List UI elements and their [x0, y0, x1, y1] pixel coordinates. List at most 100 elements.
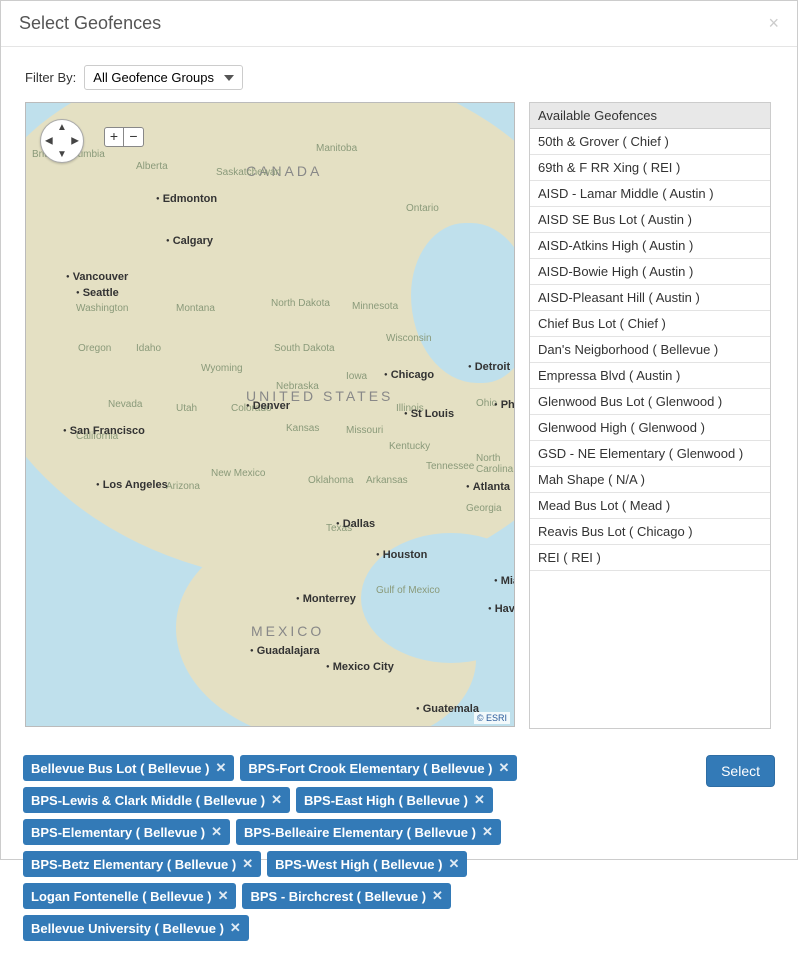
map-region-label: Wisconsin — [386, 333, 432, 344]
map-region-label: Utah — [176, 403, 197, 414]
chip-remove-icon[interactable]: ✕ — [432, 888, 443, 904]
geofence-list-item[interactable]: AISD-Bowie High ( Austin ) — [530, 259, 770, 285]
select-button[interactable]: Select — [706, 755, 775, 787]
chip-remove-icon[interactable]: ✕ — [230, 920, 241, 936]
map-city-label: ● Dallas — [336, 518, 375, 530]
map-region-label: Iowa — [346, 371, 367, 382]
map-city-label: ● Detroit — [468, 361, 510, 373]
map-city-label: ● Vancouver — [66, 271, 128, 283]
zoom-out-button[interactable]: − — [124, 127, 144, 147]
zoom-in-button[interactable]: + — [104, 127, 124, 147]
geofence-list-item[interactable]: Empressa Blvd ( Austin ) — [530, 363, 770, 389]
map-city-label: ● Phila — [494, 399, 515, 411]
geofence-list-item[interactable]: Chief Bus Lot ( Chief ) — [530, 311, 770, 337]
map-city-label: ● Mexico City — [326, 661, 394, 673]
selected-chip: BPS - Birchcrest ( Bellevue ) ✕ — [242, 883, 450, 909]
map-city-label: ● San Francisco — [63, 425, 145, 437]
map-region-label: South Dakota — [274, 343, 335, 354]
geofence-list-item[interactable]: AISD - Lamar Middle ( Austin ) — [530, 181, 770, 207]
chip-remove-icon[interactable]: ✕ — [218, 888, 229, 904]
selected-chip: BPS-Betz Elementary ( Bellevue )✕ — [23, 851, 261, 877]
chip-label: BPS-Lewis & Clark Middle ( Bellevue ) — [31, 793, 265, 808]
geofence-list-item[interactable]: Glenwood Bus Lot ( Glenwood ) — [530, 389, 770, 415]
map[interactable]: CANADAUNITED STATESMEXICO British Columb… — [25, 102, 515, 727]
chip-remove-icon[interactable]: ✕ — [242, 856, 253, 872]
map-region-label: Saskatchewan — [216, 167, 281, 178]
chip-remove-icon[interactable]: ✕ — [215, 760, 226, 776]
map-pan-control[interactable]: ▲ ▼ ◀ ▶ — [40, 119, 84, 163]
geofence-list-item[interactable]: AISD SE Bus Lot ( Austin ) — [530, 207, 770, 233]
map-attribution: © ESRI — [474, 712, 510, 724]
geofence-list-item[interactable]: REI ( REI ) — [530, 545, 770, 571]
chip-label: BPS-Belleaire Elementary ( Bellevue ) — [244, 825, 476, 840]
pan-right-icon[interactable]: ▶ — [71, 136, 79, 147]
selected-chip: BPS-Fort Crook Elementary ( Bellevue ) ✕ — [240, 755, 517, 781]
selected-chip: Bellevue University ( Bellevue )✕ — [23, 915, 249, 941]
map-region-label: Alberta — [136, 161, 168, 172]
map-city-label: ● Guatemala — [416, 703, 479, 715]
selected-chip: BPS-Elementary ( Bellevue ) ✕ — [23, 819, 230, 845]
map-region-label: Tennessee — [426, 461, 474, 472]
pan-up-icon[interactable]: ▲ — [57, 122, 67, 133]
chip-remove-icon[interactable]: ✕ — [448, 856, 459, 872]
chip-label: BPS - Birchcrest ( Bellevue ) — [250, 889, 426, 904]
geofence-list-item[interactable]: 69th & F RR Xing ( REI ) — [530, 155, 770, 181]
map-region-label: Arkansas — [366, 475, 408, 486]
map-region-label: Kansas — [286, 423, 319, 434]
selected-chip: Logan Fontenelle ( Bellevue ) ✕ — [23, 883, 236, 909]
chip-remove-icon[interactable]: ✕ — [211, 824, 222, 840]
geofence-list-item[interactable]: Dan's Neigborhood ( Bellevue ) — [530, 337, 770, 363]
modal-title: Select Geofences — [19, 13, 161, 34]
map-region-label: North Dakota — [271, 298, 330, 309]
pan-left-icon[interactable]: ◀ — [45, 136, 53, 147]
map-region-label: Georgia — [466, 503, 502, 514]
map-city-label: ● Guadalajara — [250, 645, 320, 657]
geofence-list-item[interactable]: 50th & Grover ( Chief ) — [530, 129, 770, 155]
geofence-list-item[interactable]: AISD-Pleasant Hill ( Austin ) — [530, 285, 770, 311]
selected-chip: BPS-East High ( Bellevue ) ✕ — [296, 787, 493, 813]
geofence-list-item[interactable]: AISD-Atkins High ( Austin ) — [530, 233, 770, 259]
geofence-list-item[interactable]: GSD - NE Elementary ( Glenwood ) — [530, 441, 770, 467]
map-city-label: ● Edmonton — [156, 193, 217, 205]
map-region-label: Missouri — [346, 425, 383, 436]
chip-label: Logan Fontenelle ( Bellevue ) — [31, 889, 212, 904]
chip-label: BPS-East High ( Bellevue ) — [304, 793, 468, 808]
map-region-label: Minnesota — [352, 301, 398, 312]
geofence-list-item[interactable]: Glenwood High ( Glenwood ) — [530, 415, 770, 441]
map-region-label: Wyoming — [201, 363, 243, 374]
map-region-label: Ontario — [406, 203, 439, 214]
chip-remove-icon[interactable]: ✕ — [482, 824, 493, 840]
map-region-label: Nebraska — [276, 381, 319, 392]
geofence-list-item[interactable]: Reavis Bus Lot ( Chicago ) — [530, 519, 770, 545]
map-region-label: Manitoba — [316, 143, 357, 154]
chip-remove-icon[interactable]: ✕ — [474, 792, 485, 808]
map-city-label: ● Seattle — [76, 287, 119, 299]
geofence-group-select[interactable]: All Geofence Groups — [84, 65, 243, 90]
map-region-label: Washington — [76, 303, 128, 314]
geofence-list-item[interactable]: Mah Shape ( N/A ) — [530, 467, 770, 493]
geofence-list-item[interactable]: Mead Bus Lot ( Mead ) — [530, 493, 770, 519]
chip-remove-icon[interactable]: ✕ — [271, 792, 282, 808]
selected-chips: Bellevue Bus Lot ( Bellevue )✕BPS-Fort C… — [23, 755, 643, 941]
map-city-label: ● Monterrey — [296, 593, 356, 605]
chip-remove-icon[interactable]: ✕ — [499, 760, 510, 776]
close-icon[interactable]: × — [768, 13, 779, 34]
map-region-label: Montana — [176, 303, 215, 314]
map-city-label: ● Chicago — [384, 369, 434, 381]
map-region-label: Oregon — [78, 343, 111, 354]
chip-label: BPS-Elementary ( Bellevue ) — [31, 825, 205, 840]
geofence-list-panel: Available Geofences 50th & Grover ( Chie… — [529, 102, 771, 729]
map-city-label: ● Denver — [246, 400, 290, 412]
map-country-label: MEXICO — [251, 623, 324, 639]
map-region-label: Arizona — [166, 481, 200, 492]
map-region-label: Oklahoma — [308, 475, 354, 486]
map-region-label: Gulf of Mexico — [376, 585, 440, 596]
chip-label: BPS-West High ( Bellevue ) — [275, 857, 442, 872]
map-region-label: Nevada — [108, 399, 142, 410]
geofence-list[interactable]: 50th & Grover ( Chief )69th & F RR Xing … — [529, 129, 771, 729]
filter-label: Filter By: — [25, 70, 76, 85]
map-city-label: ● Houston — [376, 549, 427, 561]
chip-label: BPS-Fort Crook Elementary ( Bellevue ) — [248, 761, 492, 776]
map-region-label: North Carolina — [476, 453, 514, 475]
pan-down-icon[interactable]: ▼ — [57, 149, 67, 160]
